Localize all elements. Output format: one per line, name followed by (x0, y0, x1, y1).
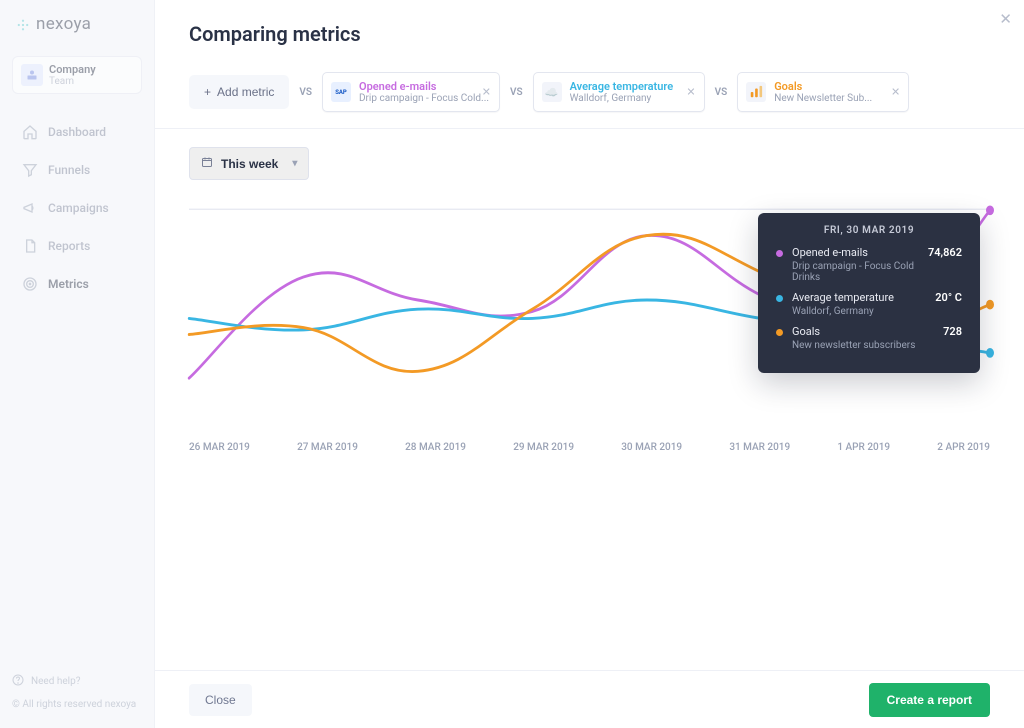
sap-icon: SAP (331, 82, 351, 102)
metric-card-temperature[interactable]: ☁️ Average temperatureWalldorf, Germany … (533, 72, 705, 112)
copyright: © All rights reserved nexoya (12, 699, 142, 710)
home-icon (22, 124, 38, 140)
sidebar-item-campaigns[interactable]: Campaigns (12, 192, 142, 224)
vs-label: VS (715, 87, 728, 98)
dot-icon (776, 250, 783, 257)
create-report-button[interactable]: Create a report (869, 683, 990, 717)
add-metric-button[interactable]: + Add metric (189, 75, 289, 109)
dot-icon (776, 295, 783, 302)
close-button[interactable]: Close (189, 684, 252, 716)
remove-metric-icon[interactable]: ✕ (686, 86, 695, 99)
panel: ✕ Comparing metrics + Add metric VS SAP … (155, 0, 1024, 728)
vs-label: VS (299, 87, 312, 98)
help-link[interactable]: Need help? (12, 674, 142, 689)
sidebar-item-dashboard[interactable]: Dashboard (12, 116, 142, 148)
page-title: Comparing metrics (189, 22, 990, 46)
chart-tooltip: FRI, 30 MAR 2019 Opened e-mailsDrip camp… (758, 213, 980, 373)
chevron-down-icon: ▾ (292, 158, 297, 169)
remove-metric-icon[interactable]: ✕ (891, 86, 900, 99)
weather-icon: ☁️ (542, 82, 562, 102)
x-axis: 26 MAR 201927 MAR 201928 MAR 201929 MAR … (189, 442, 990, 453)
metric-card-goals[interactable]: GoalsNew Newsletter Sub... ✕ (737, 72, 909, 112)
company-name: Company (49, 63, 96, 76)
close-icon[interactable]: ✕ (999, 10, 1012, 28)
target-icon (22, 276, 38, 292)
dot-icon (776, 329, 783, 336)
logo-text: nexoya (36, 14, 91, 34)
calendar-icon (201, 156, 213, 171)
remove-metric-icon[interactable]: ✕ (482, 86, 491, 99)
tooltip-date: FRI, 30 MAR 2019 (776, 225, 962, 236)
bars-icon (746, 82, 766, 102)
logo-icon (16, 17, 30, 31)
sidebar-item-funnels[interactable]: Funnels (12, 154, 142, 186)
company-sub: Team (49, 76, 96, 87)
sidebar-nav: Dashboard Funnels Campaigns Reports Metr… (12, 116, 142, 300)
sidebar-item-reports[interactable]: Reports (12, 230, 142, 262)
help-label: Need help? (31, 676, 80, 687)
help-icon (12, 674, 24, 689)
workspace-switcher[interactable]: Company Team (12, 56, 142, 94)
footer-bar: Close Create a report (155, 670, 1024, 728)
vs-label: VS (510, 87, 523, 98)
megaphone-icon (22, 200, 38, 216)
logo[interactable]: nexoya (12, 14, 142, 34)
document-icon (22, 238, 38, 254)
avatar (21, 64, 43, 86)
sidebar-item-metrics[interactable]: Metrics (12, 268, 142, 300)
sidebar: nexoya Company Team Dashboard Funnels Ca… (0, 0, 155, 728)
funnel-icon (22, 162, 38, 178)
plus-icon: + (204, 85, 211, 99)
metric-compare-row: + Add metric VS SAP Opened e-mailsDrip c… (155, 62, 1024, 129)
metric-card-opened-emails[interactable]: SAP Opened e-mailsDrip campaign - Focus … (322, 72, 500, 112)
timerange-picker[interactable]: This week ▾ (189, 147, 309, 180)
